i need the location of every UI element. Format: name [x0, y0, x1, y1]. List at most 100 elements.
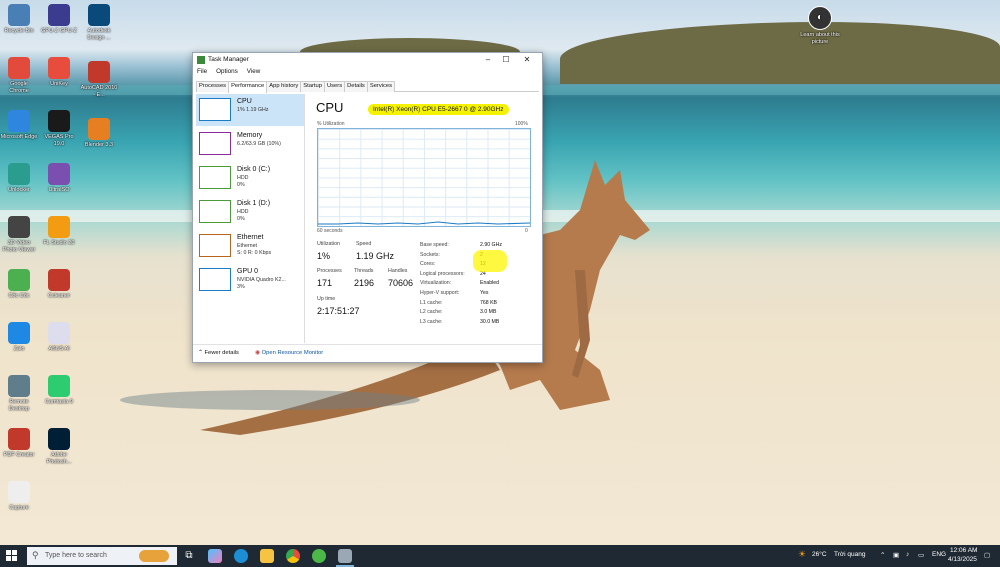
weather-desc[interactable]: Trời quang [834, 551, 865, 558]
detail-key: Sockets: [420, 251, 440, 258]
tab-startup[interactable]: Startup [300, 81, 325, 92]
desktop-icon[interactable]: FL Studio 20 [40, 216, 78, 247]
sidebar-item-memory[interactable]: Memory 6.2/63.9 GB (10%) [196, 128, 304, 160]
desktop-icon[interactable]: Recycle Bin [0, 4, 38, 35]
tab-processes[interactable]: Processes [196, 81, 230, 92]
desktop-icon-label: Adobe Photosh... [46, 452, 72, 465]
close-button[interactable]: ✕ [518, 54, 536, 66]
tab-details[interactable]: Details [344, 81, 368, 92]
desktop-icon[interactable]: Ccleaner [40, 269, 78, 300]
network-icon[interactable]: ▣ [893, 551, 899, 559]
coccoc-icon[interactable] [312, 549, 326, 563]
language-indicator[interactable]: ENG [932, 551, 946, 558]
menu-options[interactable]: Options [216, 68, 238, 75]
desktop-icon[interactable]: 3D Video Photo Viewer [0, 216, 38, 253]
open-resource-monitor-link[interactable]: ◉ Open Resource Monitor [255, 350, 323, 356]
desktop-icon[interactable]: Zalo [0, 322, 38, 353]
desktop-icon[interactable]: VEGAS Pro 19.0 [40, 110, 78, 147]
desktop-icon-label: Capture [9, 505, 29, 511]
resource-monitor-icon: ◉ [255, 350, 262, 356]
app-icon [48, 163, 70, 185]
sidebar-item-ethernet[interactable]: Ethernet Ethernet S: 0 R: 0 Kbps [196, 230, 304, 262]
app-icon [8, 481, 30, 503]
sidebar-item-disk-0-c[interactable]: Disk 0 (C:) HDD 0% [196, 162, 304, 194]
learn-about-picture-icon[interactable]: ◐ Learn about this picture [800, 6, 840, 45]
desktop-icon[interactable]: Remote Desktop [0, 375, 38, 412]
app-icon [8, 216, 30, 238]
show-hidden-icons-icon[interactable]: ⌃ [880, 551, 885, 559]
desktop-icon[interactable]: UltraISO [40, 163, 78, 194]
weather-temp[interactable]: 26°C [812, 551, 827, 558]
desktop-icon-label: Remote Desktop [8, 399, 30, 412]
task-manager-window[interactable]: Task Manager – ☐ ✕ File Options View Pro… [192, 52, 543, 363]
speaker-icon[interactable]: ♪ [906, 551, 909, 558]
sidebar-item-name: Memory [237, 132, 263, 139]
desktop-icon[interactable]: Google Chrome [0, 57, 38, 94]
desktop-icon[interactable]: Capture [0, 481, 38, 512]
menu-file[interactable]: File [197, 68, 207, 75]
detail-key: Base speed: [420, 242, 449, 248]
detail-value: 30.0 MB [480, 318, 500, 325]
search-icon: ⚲ [32, 550, 39, 560]
battery-icon[interactable]: ▭ [918, 551, 924, 559]
desktop-icon-label: UniKey [50, 81, 68, 87]
cpu-model-name: Intel(R) Xeon(R) CPU E5-2667 0 @ 2.90GHz [368, 104, 509, 115]
desktop-icon-label: Autodesk Design ... [87, 28, 111, 41]
sidebar-item-gpu-0[interactable]: GPU 0 NVIDIA Quadro K2... 3% [196, 264, 304, 296]
desktop-icon-label: Ccleaner [47, 293, 70, 299]
sidebar-item-cpu[interactable]: CPU 1% 1.19 GHz [196, 94, 304, 126]
task-view-icon[interactable]: ⧉ [182, 549, 196, 563]
tab-services[interactable]: Services [366, 81, 396, 92]
task-manager-taskbar-icon[interactable] [338, 549, 352, 563]
search-box[interactable]: ⚲ Type here to search [27, 547, 177, 565]
desktop-icon-label: UltraISO [48, 187, 70, 193]
copilot-icon[interactable] [208, 549, 222, 563]
yellow-highlight-mark [473, 250, 507, 272]
desktop-icon[interactable]: Unlocker [0, 163, 38, 194]
sidebar-item-detail: S: 0 R: 0 Kbps [237, 250, 272, 256]
app-icon [8, 57, 30, 79]
weather-icon[interactable]: ☀ [798, 549, 806, 560]
time-axis-label: 60 seconds [317, 228, 343, 234]
clock-date[interactable]: 4/13/2025 [948, 556, 977, 563]
tab-users[interactable]: Users [323, 81, 346, 92]
sidebar-thumbnail-graph [199, 234, 231, 257]
sidebar-item-disk-1-d[interactable]: Disk 1 (D:) HDD 0% [196, 196, 304, 228]
tab-performance[interactable]: Performance [228, 81, 268, 93]
desktop-icon-label: Camtasia 9 [45, 399, 73, 405]
desktop-icon-label: Cốc Cốc [8, 293, 30, 299]
desktop-icon[interactable]: UniKey [40, 57, 78, 88]
clock-time[interactable]: 12:06 AM [950, 547, 977, 554]
app-icon [48, 322, 70, 344]
desktop-icon[interactable]: Autodesk Design ... [80, 4, 118, 41]
menu-view[interactable]: View [247, 68, 261, 75]
app-icon [88, 61, 110, 83]
tab-app-history[interactable]: App history [266, 81, 302, 92]
minimize-button[interactable]: – [479, 54, 497, 66]
file-explorer-icon[interactable] [260, 549, 274, 563]
desktop-icon[interactable]: Camtasia 9 [40, 375, 78, 406]
title-bar[interactable]: Task Manager – ☐ ✕ [193, 53, 542, 67]
app-icon [8, 322, 30, 344]
sidebar-item-detail: Ethernet [237, 243, 258, 249]
desktop-icon[interactable]: ASUS Ai [40, 322, 78, 353]
chrome-icon[interactable] [286, 549, 300, 563]
edge-icon[interactable] [234, 549, 248, 563]
desktop-icon[interactable]: GPU-Z GPU-Z [40, 4, 78, 35]
desktop-icon-label: ASUS Ai [48, 346, 70, 352]
maximize-button[interactable]: ☐ [497, 54, 515, 66]
window-title: Task Manager [208, 56, 249, 63]
notification-icon[interactable]: ▢ [984, 551, 990, 559]
fewer-details-link[interactable]: ⌃ Fewer details [198, 350, 239, 356]
desktop-icon[interactable]: Microsoft Edge [0, 110, 38, 141]
app-icon [8, 375, 30, 397]
desktop-icon[interactable]: Blender 3.3 [80, 118, 118, 149]
desktop-icon[interactable]: Adobe Photosh... [40, 428, 78, 465]
desktop-icon[interactable]: PDF Creator [0, 428, 38, 459]
windows-logo-pane [12, 556, 17, 561]
desktop-icon[interactable]: AutoCAD 2010 - E... [80, 61, 118, 98]
desktop-icon[interactable]: Cốc Cốc [0, 269, 38, 300]
utilization-max-label: 100% [515, 121, 528, 127]
app-icon [48, 428, 70, 450]
start-button[interactable] [6, 550, 18, 562]
